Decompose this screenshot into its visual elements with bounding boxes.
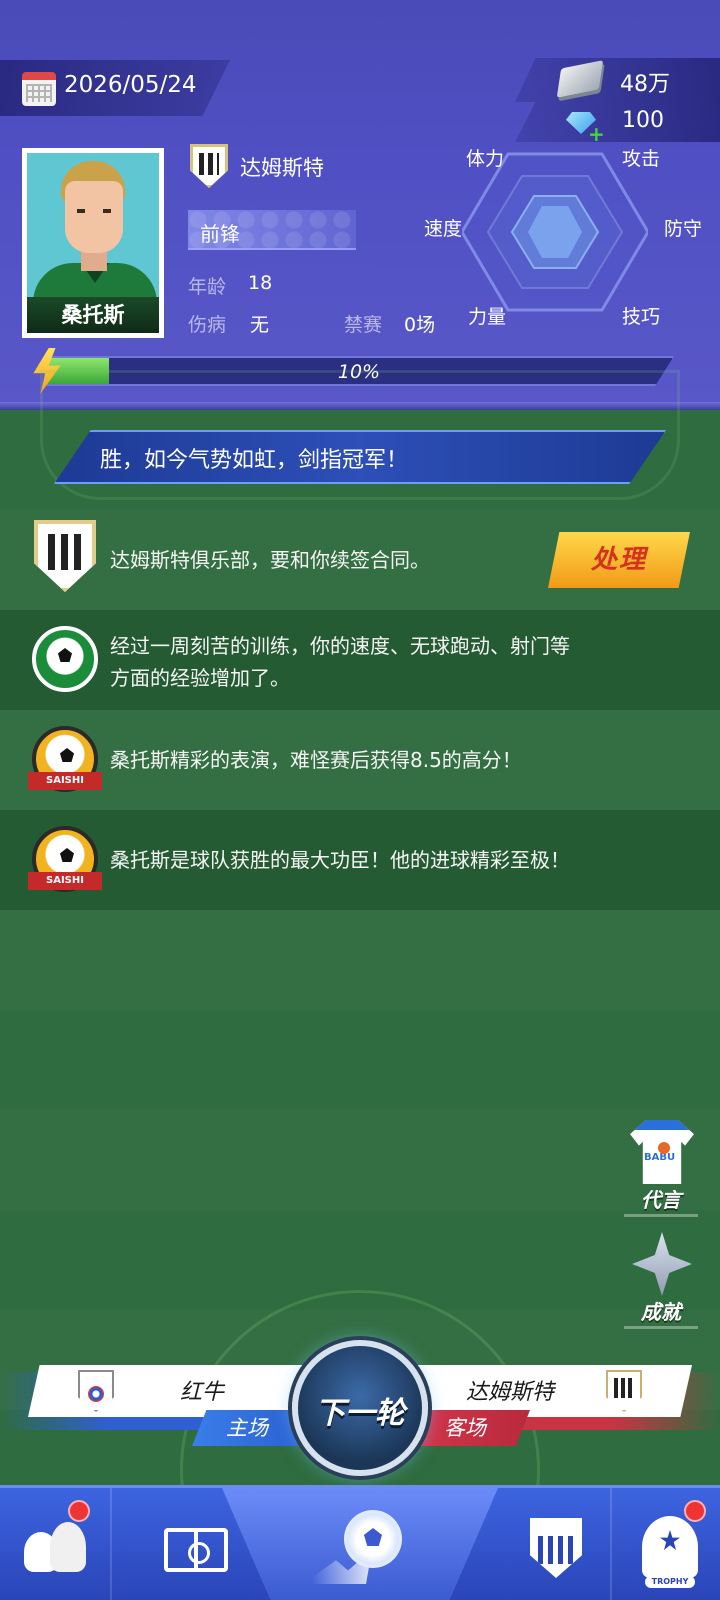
stat-skill: 技巧 (622, 306, 661, 328)
nav-match[interactable] (222, 1488, 498, 1600)
nav-club[interactable] (498, 1488, 610, 1600)
current-date: 2026/05/24 (64, 72, 197, 98)
ban-value: 0场 (404, 314, 436, 336)
nav-tactics[interactable] (110, 1488, 228, 1600)
achievements-label: 成就 (620, 1296, 702, 1329)
nav-social[interactable] (0, 1488, 110, 1600)
saishi-ribbon: SAISHI (28, 872, 102, 890)
away-label: 客场 (444, 1416, 486, 1440)
training-ball-icon (32, 626, 98, 692)
endorse-button[interactable]: 代言 (620, 1120, 702, 1217)
player-face (65, 181, 123, 253)
stat-stamina: 体力 (466, 148, 505, 170)
age-value: 18 (248, 272, 273, 294)
trophy-label: TROPHY (645, 1576, 695, 1588)
notification-badge (68, 1500, 90, 1522)
add-gems-icon[interactable]: + (588, 122, 605, 146)
club-name: 达姆斯特 (240, 156, 324, 180)
injury-value: 无 (250, 314, 270, 336)
home-label: 主场 (226, 1416, 268, 1440)
club-crest-icon (190, 144, 228, 188)
player-portrait[interactable]: 桑托斯 (22, 148, 164, 338)
message-text: 桑托斯是球队获胜的最大功臣！他的进球精彩至极！ (110, 848, 570, 872)
bottom-nav: TROPHY (0, 1485, 720, 1600)
player-name: 桑托斯 (27, 297, 159, 333)
message-text: 达姆斯特俱乐部，要和你续签合同。 (110, 548, 430, 572)
message-line-2: 方面的经验增加了。 (110, 666, 290, 690)
club-badge-icon (530, 1518, 582, 1578)
ban-label: 禁赛 (344, 314, 383, 336)
away-team-name: 达姆斯特 (466, 1380, 555, 1405)
achievements-button[interactable]: 成就 (620, 1232, 702, 1329)
people-icon (24, 1518, 86, 1572)
injury-label: 伤病 (188, 314, 227, 336)
home-team-panel (28, 1365, 318, 1417)
stat-strength: 力量 (468, 306, 507, 328)
message-text: 经过一周刻苦的训练，你的速度、无球跑动、射门等 方面的经验增加了。 (110, 630, 570, 694)
trophy-icon (642, 1516, 698, 1578)
notification-badge (684, 1500, 706, 1522)
gem-amount: 100 (622, 108, 664, 133)
stat-radar-chart[interactable] (462, 152, 648, 312)
stat-speed: 速度 (424, 218, 463, 240)
age-label: 年龄 (188, 276, 227, 298)
home-team-name: 红牛 (180, 1380, 225, 1405)
message-line-1: 经过一周刻苦的训练，你的速度、无球跑动、射门等 (110, 634, 570, 658)
pitch-icon (164, 1528, 228, 1572)
gem-bar[interactable] (515, 102, 720, 142)
football-icon (344, 1510, 402, 1568)
nav-trophy[interactable]: TROPHY (610, 1488, 720, 1600)
player-header: 2026/05/24 48万 + 100 桑托斯 达姆斯特 前锋 年龄 18 伤… (0, 0, 720, 410)
player-position: 前锋 (200, 222, 240, 246)
sponsor-logo-icon (658, 1142, 670, 1154)
saishi-ribbon: SAISHI (28, 772, 102, 790)
news-ticker-text: 胜，如今气势如虹，剑指冠军！ (100, 448, 409, 473)
message-text: 桑托斯精彩的表演，难怪赛后获得8.5的高分！ (110, 748, 522, 772)
stat-attack: 攻击 (622, 148, 661, 170)
money-bar (515, 58, 720, 102)
laurel-star-icon (632, 1232, 692, 1296)
money-amount: 48万 (620, 72, 670, 97)
next-round-button[interactable]: 下一轮 (292, 1340, 428, 1476)
handle-button[interactable]: 处理 (548, 532, 690, 588)
endorse-label: 代言 (620, 1184, 702, 1217)
stat-defense: 防守 (664, 218, 703, 240)
calendar-icon (22, 72, 56, 106)
next-round-label: 下一轮 (315, 1396, 405, 1431)
